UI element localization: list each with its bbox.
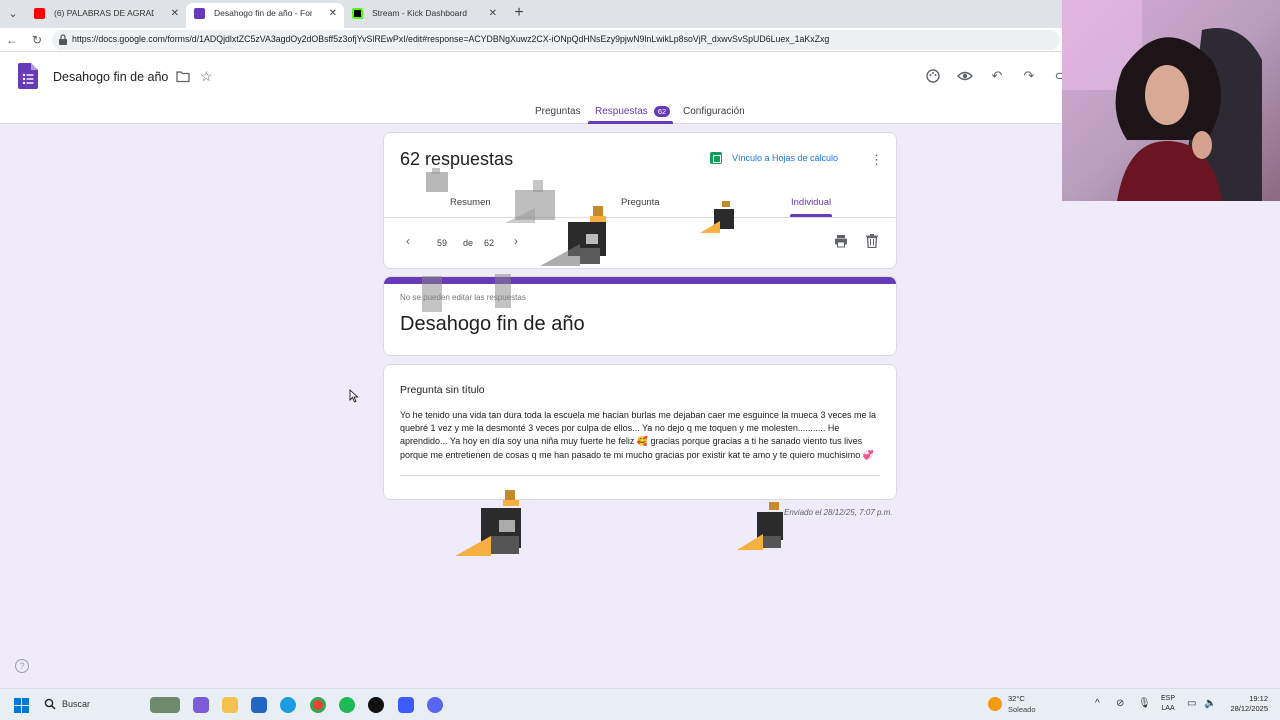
address-bar: ← ↻ https://docs.google.com/forms/d/1ADQ… [0,28,1062,52]
sprite-overlay-icon [426,168,448,192]
previous-response-chevron-icon[interactable]: ‹ [401,234,415,248]
help-icon[interactable]: ? [15,659,29,673]
preview-eye-icon[interactable] [957,68,973,84]
tab-preguntas[interactable]: Preguntas [535,106,581,117]
responses-summary-card: 62 respuestas Vínculo a Hojas de cálculo… [383,132,897,269]
question-title: Pregunta sin título [400,384,485,396]
tab-configuracion[interactable]: Configuración [683,106,745,117]
volume-icon[interactable]: 🔈 [1204,698,1216,709]
star-icon[interactable]: ☆ [200,68,213,85]
tab-title: Desahogo fin de año - Formulario [214,8,312,18]
sprite-overlay-icon [422,274,511,312]
windows-taskbar: Buscar 32°C Soleado ^ ⊘ 🎙 ESP LAA ▭ 🔈 19… [0,688,1280,720]
back-arrow-icon[interactable]: ← [4,32,20,48]
edge-browser-icon[interactable] [280,697,296,713]
microphone-icon[interactable]: 🎙 [1138,698,1151,709]
tab-title: (6) PALABRAS DE AGRADECIMIEN [54,8,154,18]
sprite-overlay-icon [540,206,606,266]
next-response-chevron-icon[interactable]: › [509,234,523,248]
weather-temperature: 32°C [1008,694,1025,703]
language-code: ESP [1161,695,1176,702]
sunny-weather-icon[interactable] [988,697,1002,711]
spotify-icon[interactable] [339,697,355,713]
reload-icon[interactable]: ↻ [29,32,45,48]
display-icon[interactable]: ▭ [1187,698,1196,709]
search-highlight-icon[interactable] [150,697,180,713]
kick-icon [352,8,363,19]
system-clock[interactable]: 19:12 28/12/2025 [1226,694,1268,714]
clock-date: 28/12/2025 [1230,704,1268,713]
keyboard-layout: LAA [1161,705,1175,712]
site-info-icon[interactable] [58,34,68,46]
redo-icon[interactable]: ↷ [1021,68,1037,84]
browser-tab-forms[interactable]: Desahogo fin de año - Formulario ✕ [186,3,344,28]
close-icon[interactable]: ✕ [171,3,179,24]
forms-icon [194,8,205,19]
discord-icon[interactable] [427,697,443,713]
submitted-timestamp: Enviado el 28/12/25, 7:07 p.m. [784,508,893,517]
folder-icon[interactable] [176,70,190,83]
url-text: https://docs.google.com/forms/d/1ADQjdlx… [72,34,830,44]
link-to-sheets-button[interactable]: Vínculo a Hojas de cálculo [732,153,838,163]
taskbar-search-label[interactable]: Buscar [62,699,90,709]
tab-title: Stream - Kick Dashboard [372,8,467,18]
youtube-icon [34,8,45,19]
browser-tab-youtube[interactable]: (6) PALABRAS DE AGRADECIMIEN ✕ [26,3,186,28]
obs-icon[interactable] [368,697,384,713]
palette-icon[interactable] [925,68,941,84]
search-icon[interactable] [44,698,56,710]
tab-respuestas[interactable]: Respuestas 62 [595,106,671,117]
language-indicator[interactable]: ESP LAA [1161,694,1175,714]
total-responses-number: 62 [484,238,495,248]
close-icon[interactable]: ✕ [329,3,337,24]
responses-count-heading: 62 respuestas [400,149,514,169]
response-count-badge: 62 [653,106,671,117]
network-icon[interactable]: ⊘ [1116,698,1124,709]
windows-start-icon[interactable] [14,698,29,713]
close-icon[interactable]: ✕ [489,3,497,24]
clock-time: 19:12 [1249,694,1268,703]
current-response-number[interactable]: 59 [437,238,447,248]
delete-trash-icon[interactable] [866,234,878,248]
answer-underline [400,475,880,476]
mouse-cursor-icon [349,389,359,403]
subtab-pregunta[interactable]: Pregunta [621,197,660,208]
tab-respuestas-label: Respuestas [595,106,648,117]
sprite-overlay-icon [455,490,521,556]
answer-text: Yo he tenido una vida tan dura toda la e… [400,410,876,460]
question-answer-card: Pregunta sin título Yo he tenido una vid… [383,364,897,500]
more-vert-icon[interactable]: ⋮ [870,152,883,168]
form-title: Desahogo fin de año [400,313,585,335]
show-hidden-icons-chevron-icon[interactable]: ^ [1095,698,1100,709]
document-title[interactable]: Desahogo fin de año [53,70,168,84]
google-forms-logo-icon[interactable] [18,63,38,89]
print-icon[interactable] [834,234,848,248]
subtab-individual[interactable]: Individual [791,197,831,208]
sprite-overlay-icon [737,502,783,550]
webcam-overlay-image [1062,0,1280,201]
new-tab-plus-icon[interactable]: + [510,5,528,23]
divider [384,217,896,218]
url-field[interactable]: https://docs.google.com/forms/d/1ADQjdlx… [52,30,1060,50]
browser-tab-kick[interactable]: Stream - Kick Dashboard ✕ [344,3,504,28]
active-tab-indicator [588,121,673,124]
file-explorer-icon[interactable] [222,697,238,713]
copilot-icon[interactable] [193,697,209,713]
pager-of-label: de [463,238,474,248]
sheets-icon[interactable] [710,152,722,164]
undo-icon[interactable]: ↶ [989,68,1005,84]
tab-list-chevron-icon[interactable]: ⌄ [4,5,22,23]
forms-header: Desahogo fin de año ☆ ↶ ↷ ⊂ Preguntas Re… [0,52,1065,124]
app-icon[interactable] [398,697,414,713]
subtab-resumen[interactable]: Resumen [450,197,491,208]
weather-description: Soleado [1008,705,1036,714]
chrome-icon[interactable] [310,697,326,713]
microsoft-store-icon[interactable] [251,697,267,713]
sprite-overlay-icon [700,201,734,233]
